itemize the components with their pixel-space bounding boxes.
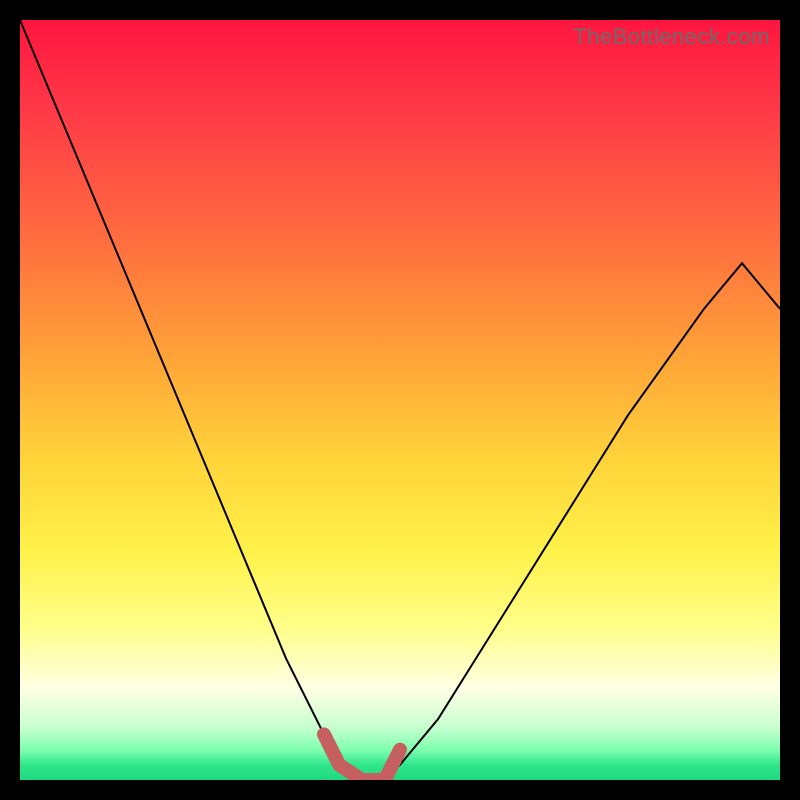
chart-plot-area: TheBottleneck.com — [20, 20, 780, 780]
optimal-highlight — [324, 734, 400, 780]
chart-frame: TheBottleneck.com — [0, 0, 800, 800]
bottleneck-curve — [20, 20, 780, 780]
chart-svg — [20, 20, 780, 780]
